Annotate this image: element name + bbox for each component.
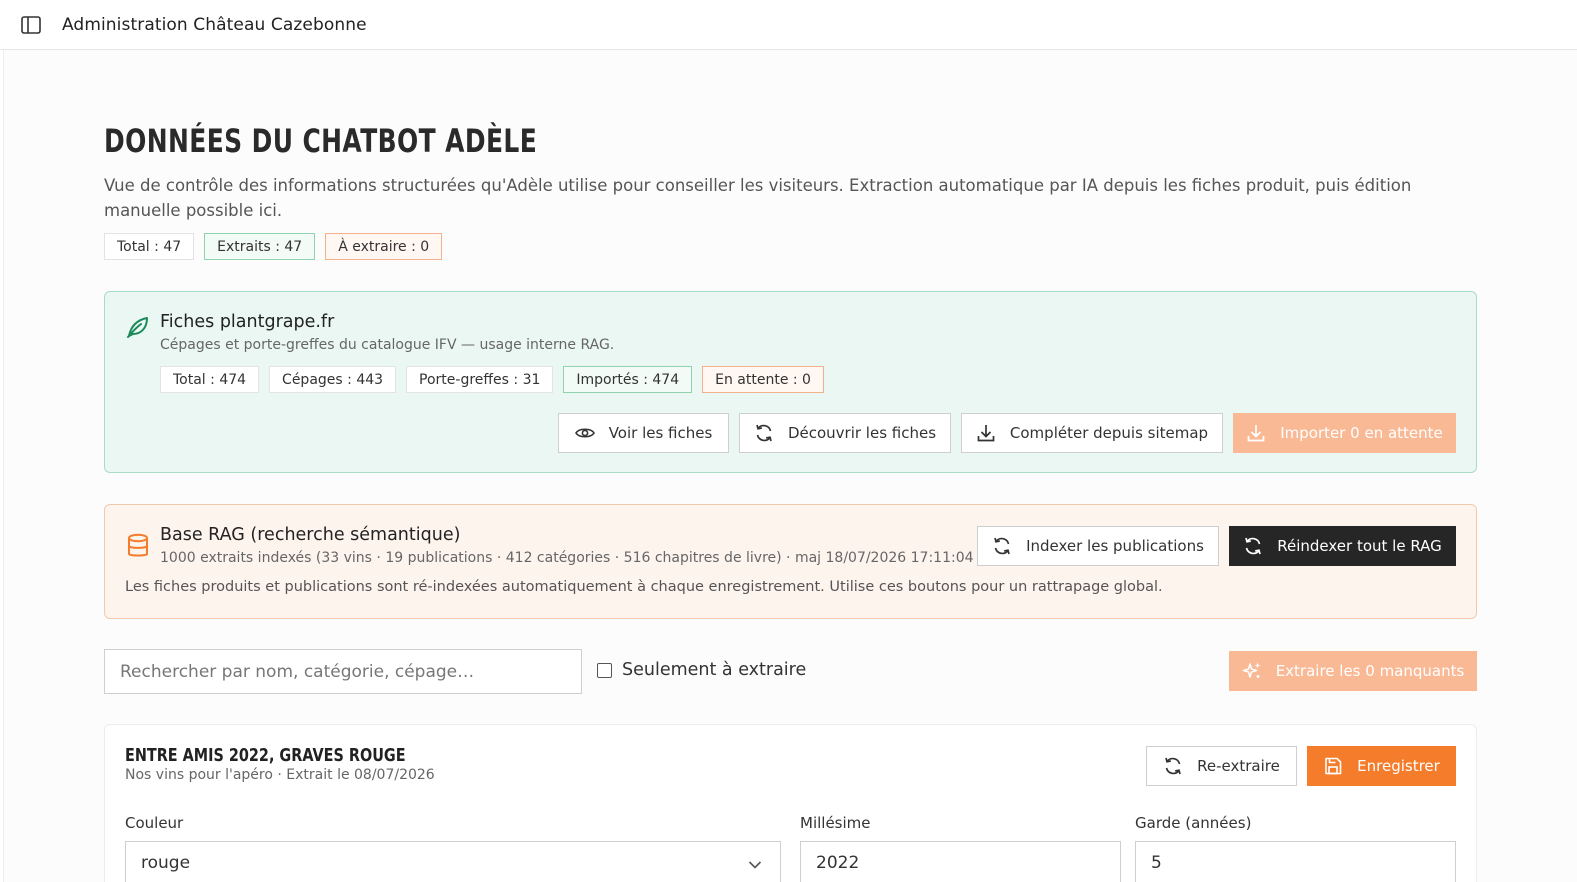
reindex-all-button[interactable]: Réindexer tout le RAG <box>1229 526 1456 566</box>
index-publications-button[interactable]: Indexer les publications <box>977 526 1219 566</box>
millesime-value: 2022 <box>816 853 860 873</box>
refresh-icon <box>754 423 774 443</box>
only-to-extract-label: Seulement à extraire <box>622 660 807 680</box>
rag-subtitle: 1000 extraits indexés (33 vins · 19 publ… <box>160 550 974 566</box>
save-icon <box>1323 756 1343 776</box>
plantgrape-title: Fiches plantgrape.fr <box>160 312 335 332</box>
top-bar: Administration Château Cazebonne <box>0 0 1577 50</box>
garde-label: Garde (années) <box>1135 814 1252 832</box>
app-title: Administration Château Cazebonne <box>62 14 367 35</box>
stat-total: Total : 47 <box>104 233 195 260</box>
rag-title: Base RAG (recherche sémantique) <box>160 525 461 545</box>
plantgrape-stat-imported: Importés : 474 <box>563 366 693 393</box>
discover-sheets-button[interactable]: Découvrir les fiches <box>739 413 951 453</box>
product-subtitle: Nos vins pour l'apéro · Extrait le 08/07… <box>125 767 435 783</box>
sidebar-toggle-icon[interactable] <box>20 14 42 36</box>
plantgrape-stats: Total : 474 Cépages : 443 Porte-greffes … <box>160 366 824 393</box>
chevron-down-icon <box>748 855 762 875</box>
import-pending-button[interactable]: Importer 0 en attente <box>1233 413 1456 453</box>
garde-input[interactable]: 5 <box>1135 841 1456 882</box>
plantgrape-stat-porte-greffes: Porte-greffes : 31 <box>406 366 554 393</box>
rag-card: Base RAG (recherche sémantique) 1000 ext… <box>104 504 1477 619</box>
sitemap-label: Compléter depuis sitemap <box>1009 424 1209 442</box>
database-icon <box>125 533 151 559</box>
re-extract-label: Re-extraire <box>1197 757 1280 775</box>
couleur-select[interactable]: rouge <box>125 841 781 882</box>
re-extract-button[interactable]: Re-extraire <box>1146 746 1297 786</box>
plantgrape-stat-pending: En attente : 0 <box>702 366 824 393</box>
product-title: ENTRE AMIS 2022, GRAVES ROUGE <box>125 745 406 766</box>
main-content: DONNÉES DU CHATBOT ADÈLE Vue de contrôle… <box>3 50 1577 882</box>
save-label: Enregistrer <box>1357 757 1440 775</box>
millesime-input[interactable]: 2022 <box>800 841 1121 882</box>
index-publications-label: Indexer les publications <box>1026 537 1204 555</box>
download-icon <box>976 423 996 443</box>
refresh-icon <box>992 536 1012 556</box>
page-description: Vue de contrôle des informations structu… <box>104 176 1412 220</box>
leaf-icon <box>125 314 151 340</box>
view-sheets-label: Voir les fiches <box>608 424 713 442</box>
only-to-extract-checkbox[interactable] <box>597 662 612 678</box>
couleur-label: Couleur <box>125 814 184 832</box>
plantgrape-subtitle: Cépages et porte-greffes du catalogue IF… <box>160 337 615 353</box>
search-input[interactable] <box>104 649 582 694</box>
extract-missing-button[interactable]: Extraire les 0 manquants <box>1229 651 1477 691</box>
refresh-icon <box>1163 756 1183 776</box>
view-sheets-button[interactable]: Voir les fiches <box>558 413 729 453</box>
millesime-label: Millésime <box>800 814 871 832</box>
save-button[interactable]: Enregistrer <box>1307 746 1456 786</box>
rag-note: Les fiches produits et publications sont… <box>125 579 1163 595</box>
extraction-stats: Total : 47 Extraits : 47 À extraire : 0 <box>104 233 443 260</box>
couleur-value: rouge <box>141 853 191 873</box>
sitemap-button[interactable]: Compléter depuis sitemap <box>961 413 1223 453</box>
stat-extracted: Extraits : 47 <box>204 233 316 260</box>
product-card: ENTRE AMIS 2022, GRAVES ROUGE Nos vins p… <box>104 724 1477 882</box>
garde-value: 5 <box>1151 853 1162 873</box>
plantgrape-stat-cepages: Cépages : 443 <box>269 366 397 393</box>
refresh-icon <box>1243 536 1263 556</box>
download-icon <box>1246 423 1266 443</box>
discover-sheets-label: Découvrir les fiches <box>787 424 937 442</box>
import-pending-label: Importer 0 en attente <box>1280 424 1443 442</box>
only-to-extract-filter[interactable]: Seulement à extraire <box>597 660 806 680</box>
page-title: DONNÉES DU CHATBOT ADÈLE <box>104 122 538 160</box>
stat-to-extract: À extraire : 0 <box>325 233 443 260</box>
sparkles-icon <box>1242 661 1262 681</box>
eye-icon <box>574 423 595 443</box>
reindex-all-label: Réindexer tout le RAG <box>1277 537 1442 555</box>
plantgrape-card: Fiches plantgrape.fr Cépages et porte-gr… <box>104 291 1477 473</box>
plantgrape-stat-total: Total : 474 <box>160 366 260 393</box>
extract-missing-label: Extraire les 0 manquants <box>1275 662 1465 680</box>
